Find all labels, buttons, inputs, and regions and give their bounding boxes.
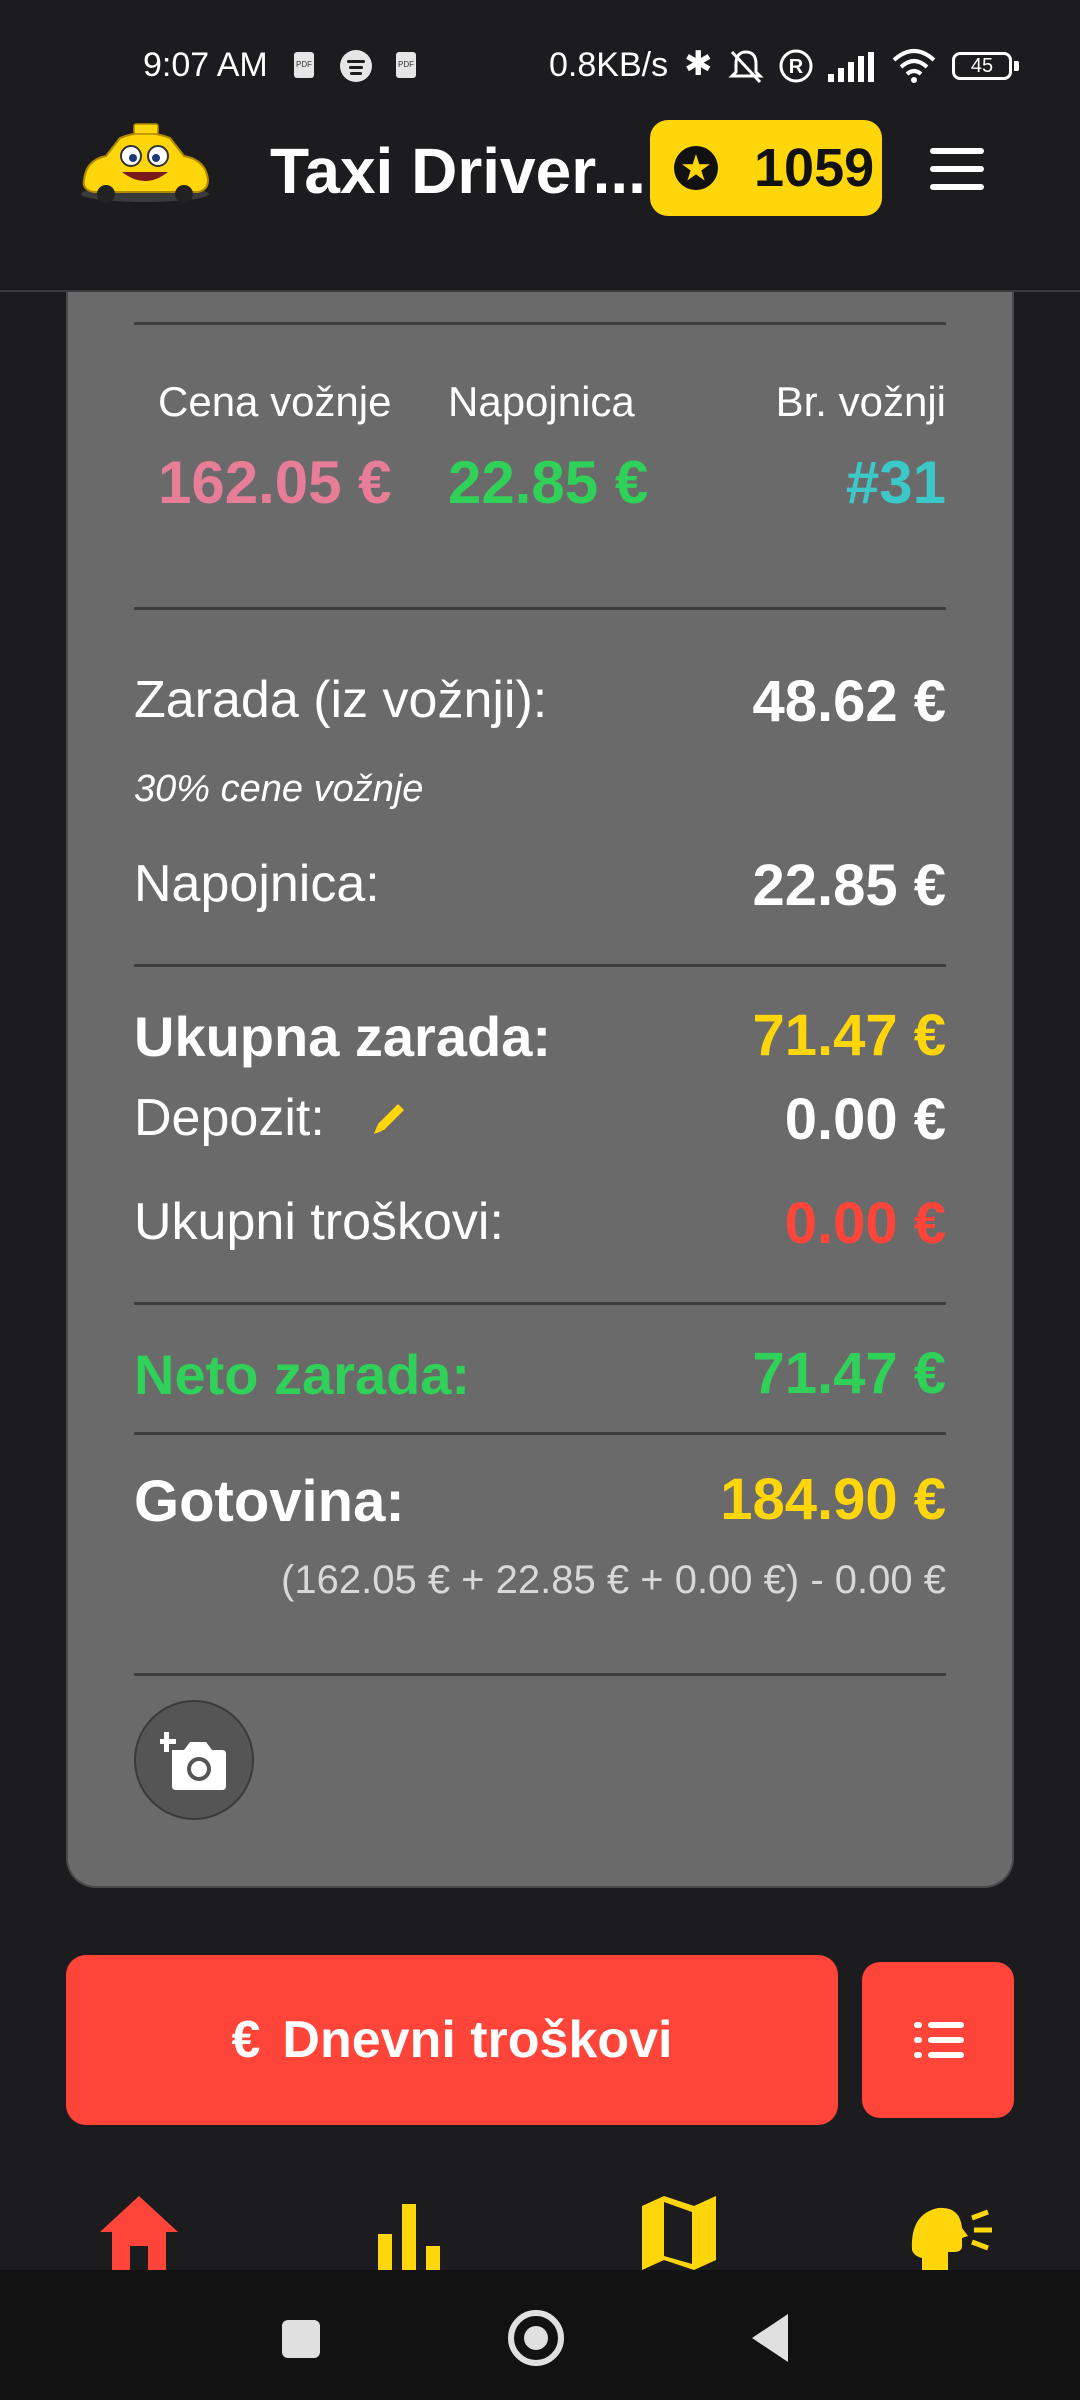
svg-text:R: R	[789, 56, 804, 78]
home-icon[interactable]	[94, 2190, 184, 2270]
cash-value: 184.90 €	[720, 1467, 946, 1532]
fare-value: 162.05 €	[158, 449, 392, 516]
divider	[134, 1302, 946, 1305]
total-earnings-label: Ukupna zarada:	[134, 1005, 551, 1068]
divider	[134, 964, 946, 967]
expenses-value: 0.00 €	[784, 1191, 946, 1256]
tip-row-label: Napojnica:	[134, 855, 380, 913]
app-header: Taxi Driver... ★ 1059	[0, 110, 1080, 292]
earnings-label: Zarada (iz vožnji):	[134, 671, 548, 729]
hamburger-menu-icon[interactable]	[930, 148, 984, 190]
cash-formula: (162.05 € + 22.85 € + 0.00 €) - 0.00 €	[281, 1558, 946, 1602]
spotify-icon	[340, 50, 372, 82]
daily-expenses-button[interactable]: € Dnevni troškovi	[66, 1955, 838, 2125]
network-speed: 0.8KB/s	[549, 46, 669, 84]
deposit-label: Depozit:	[134, 1089, 325, 1147]
net-earnings-value: 71.47 €	[752, 1341, 946, 1406]
bluetooth-icon: ✱	[684, 45, 713, 83]
home-button[interactable]	[508, 2310, 564, 2366]
divider	[134, 607, 946, 610]
earnings-note: 30% cene vožnje	[134, 768, 424, 810]
divider	[134, 1432, 946, 1435]
status-time: 9:07 AM	[143, 46, 268, 84]
taxi-logo-icon	[81, 123, 210, 203]
deposit-value: 0.00 €	[784, 1087, 946, 1152]
expenses-label: Ukupni troškovi:	[134, 1193, 504, 1251]
earnings-value: 48.62 €	[752, 669, 946, 734]
system-navigation-bar	[0, 2270, 1080, 2400]
add-photo-button[interactable]	[134, 1700, 254, 1820]
voice-icon[interactable]	[904, 2190, 994, 2270]
bell-off-icon	[728, 50, 764, 84]
tip-value: 22.85 €	[448, 449, 649, 516]
divider	[134, 1673, 946, 1676]
star-icon: ★	[674, 146, 718, 190]
battery-cap	[1014, 61, 1019, 71]
points-value: 1059	[754, 138, 875, 198]
registered-icon: R	[779, 49, 813, 83]
net-earnings-label: Neto zarada:	[134, 1343, 471, 1406]
pdf-icon: PDF	[396, 52, 416, 78]
signal-icon	[828, 52, 878, 82]
back-button[interactable]	[752, 2314, 788, 2362]
points-badge[interactable]: ★ 1059	[650, 120, 882, 216]
rides-label: Br. vožnji	[775, 378, 946, 425]
cash-label: Gotovina:	[134, 1469, 405, 1534]
expenses-list-button[interactable]	[862, 1962, 1014, 2118]
add-photo-icon	[160, 1732, 226, 1790]
stats-icon[interactable]	[364, 2190, 454, 2270]
total-earnings-value: 71.47 €	[752, 1003, 946, 1068]
rides-value: #31	[845, 449, 946, 516]
daily-expenses-label: Dnevni troškovi	[282, 2011, 673, 2069]
map-icon[interactable]	[634, 2190, 724, 2270]
wifi-icon	[892, 49, 936, 83]
edit-pencil-icon[interactable]	[368, 1096, 412, 1140]
fare-label: Cena vožnje	[158, 378, 392, 425]
app-title: Taxi Driver...	[270, 135, 646, 207]
battery-icon: 45	[952, 52, 1012, 80]
tip-row-value: 22.85 €	[752, 853, 946, 918]
recents-button[interactable]	[282, 2320, 320, 2358]
status-bar: 9:07 AM PDF PDF 0.8KB/s ✱ R 45	[0, 0, 1080, 110]
euro-icon: €	[231, 2011, 261, 2069]
divider	[134, 322, 946, 325]
pdf-icon: PDF	[294, 52, 314, 78]
tip-label: Napojnica	[448, 378, 635, 425]
